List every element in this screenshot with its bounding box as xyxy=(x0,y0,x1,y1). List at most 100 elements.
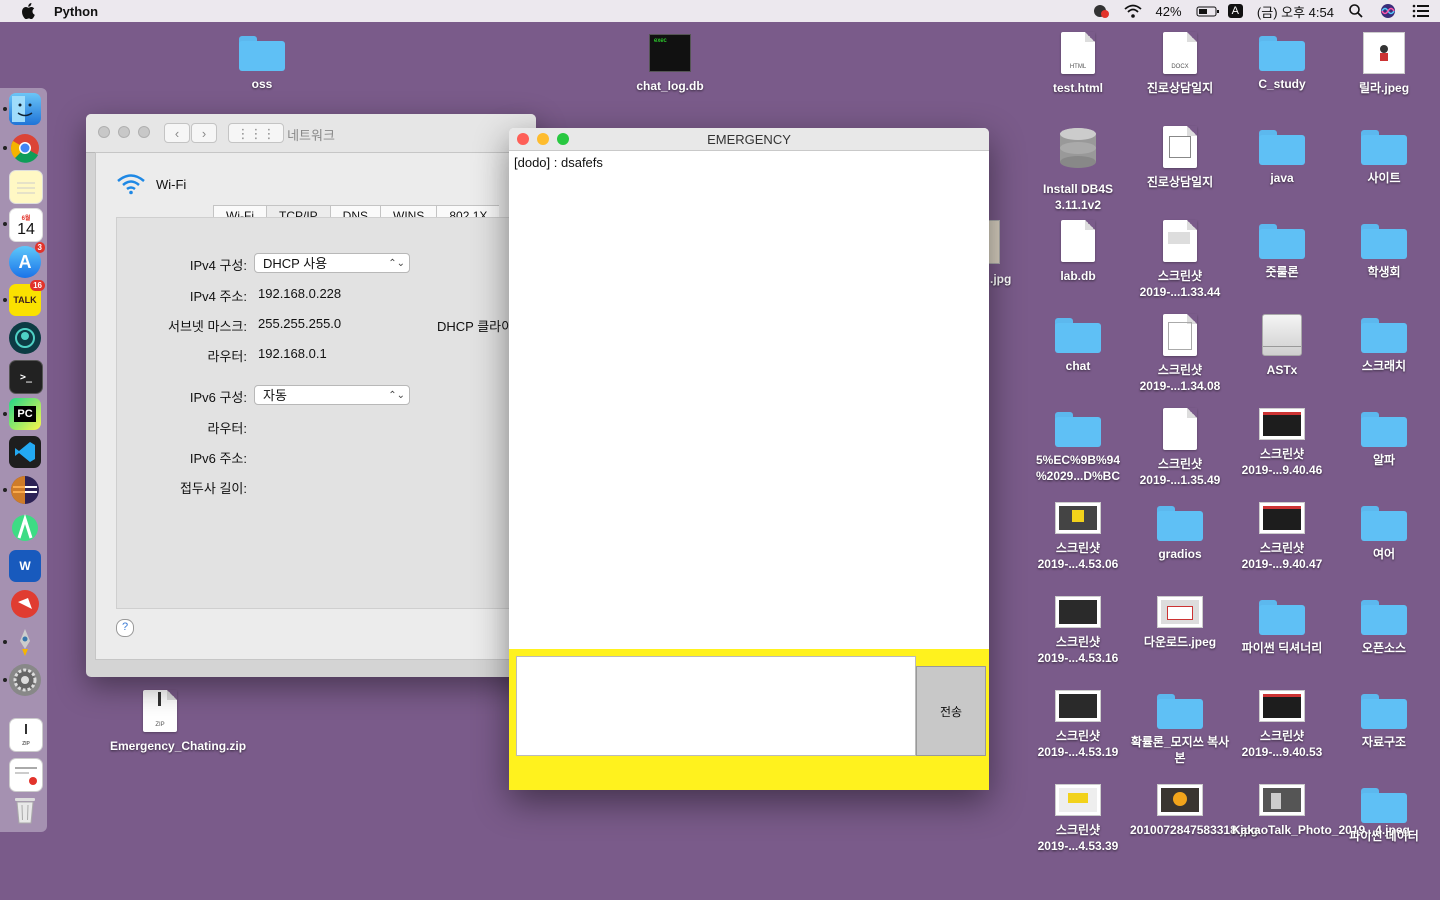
desktop-folder-python-dict[interactable]: 파이썬 딕셔너리 xyxy=(1232,596,1332,656)
running-indicator xyxy=(3,488,7,492)
desktop-folder-yeoeo[interactable]: 여어 xyxy=(1334,502,1434,562)
apple-logo-icon[interactable] xyxy=(22,3,36,19)
menubar-clock[interactable]: (금) 오후 4:54 xyxy=(1257,2,1334,21)
desktop-file-chat-log-db[interactable]: exec chat_log.db xyxy=(620,34,720,94)
desktop-file-download-jpeg[interactable]: 다운로드.jpeg xyxy=(1130,596,1230,650)
running-indicator xyxy=(3,640,7,644)
desktop-icon-label: 오픈소스 xyxy=(1361,641,1407,655)
desktop-icon-label: 스크린샷 2019-...4.53.39 xyxy=(1037,823,1119,853)
image-thumbnail-icon xyxy=(1363,32,1405,74)
desktop-file-screenshot-5[interactable]: 스크린샷 2019-...4.53.06 xyxy=(1028,502,1128,572)
desktop-file-screenshot-4[interactable]: 스크린샷 2019-...9.40.46 xyxy=(1232,408,1332,478)
desktop-folder-probability-copy[interactable]: 확률론_모지쓰 복사본 xyxy=(1130,690,1230,766)
desktop-folder-data-structures[interactable]: 자료구조 xyxy=(1334,690,1434,750)
vscode-icon[interactable] xyxy=(9,436,41,468)
desktop-file-screenshot-9[interactable]: 스크린샷 2019-...9.40.53 xyxy=(1232,690,1332,760)
red-app-icon[interactable] xyxy=(9,588,41,620)
desktop-folder-scratch[interactable]: 스크래치 xyxy=(1334,314,1434,374)
prefix-length-label: 접두사 길이: xyxy=(179,481,247,496)
dock: 6월 14 A 3 TALK 16 >_ PC W ZIP xyxy=(0,88,47,832)
desktop-file-screenshot-10[interactable]: 스크린샷 2019-...4.53.39 xyxy=(1028,784,1128,854)
desktop-folder-gradios[interactable]: gradios xyxy=(1130,502,1230,562)
desktop-folder-open-source[interactable]: 오픈소스 xyxy=(1334,596,1434,656)
folder-icon xyxy=(1055,412,1101,447)
desktop-folder-alpha[interactable]: 알파 xyxy=(1334,408,1434,468)
trash-icon[interactable] xyxy=(9,794,41,826)
desktop-folder-oss[interactable]: oss xyxy=(212,32,312,92)
window-title: EMERGENCY xyxy=(707,132,791,147)
desktop-file-install-db4s[interactable]: Install DB4S 3.11.1v2 xyxy=(1028,126,1128,213)
terminal-icon[interactable]: >_ xyxy=(9,360,43,394)
desktop-file-test-html[interactable]: HTML test.html xyxy=(1028,32,1128,96)
blank-file-icon xyxy=(1061,220,1095,262)
desktop-icon-label: Install DB4S 3.11.1v2 xyxy=(1042,182,1114,212)
desktop-file-screenshot-6[interactable]: 스크린샷 2019-...9.40.47 xyxy=(1232,502,1332,572)
folder-icon xyxy=(1361,694,1407,729)
message-input[interactable] xyxy=(516,656,916,756)
folder-icon xyxy=(1361,412,1407,447)
python-launcher-icon[interactable] xyxy=(9,626,41,658)
desktop-file-lab-db[interactable]: lab.db xyxy=(1028,220,1128,284)
notification-center-icon[interactable] xyxy=(1412,3,1430,19)
battery-percent: 42% xyxy=(1155,3,1182,19)
ipv4-config-select[interactable]: DHCP 사용 ⌃⌄ xyxy=(254,253,410,273)
desktop-icon-label: 여어 xyxy=(1372,547,1396,561)
calendar-icon[interactable]: 6월 14 xyxy=(9,208,43,242)
folder-icon xyxy=(1361,600,1407,635)
desktop-volume-astx[interactable]: ASTx xyxy=(1232,314,1332,378)
ipv6-router-label: 라우터: xyxy=(207,421,248,436)
desktop-icon-label: 진로상담일지 xyxy=(1146,81,1214,95)
input-source-indicator[interactable]: A xyxy=(1227,4,1243,18)
kakaotalk-icon[interactable]: TALK 16 xyxy=(9,280,45,316)
zip-document-icon[interactable]: ZIP xyxy=(9,718,43,752)
desktop-file-screenshot-3[interactable]: 스크린샷 2019-...1.35.49 xyxy=(1130,408,1230,488)
system-preferences-icon[interactable] xyxy=(9,664,41,696)
spotlight-search-icon[interactable] xyxy=(1348,3,1366,19)
desktop-folder-site[interactable]: 사이트 xyxy=(1334,126,1434,186)
desktop-file-screenshot-1[interactable]: 스크린샷 2019-...1.33.44 xyxy=(1130,220,1230,300)
desktop-icon-label: KakaoTalk_Photo_2019...4.jpeg xyxy=(1232,823,1410,837)
desktop-file-screenshot-8[interactable]: 스크린샷 2019-...4.53.19 xyxy=(1028,690,1128,760)
window-titlebar[interactable]: ‹ › ⋮⋮⋮ 네트워크 xyxy=(86,114,536,153)
updown-chevron-icon: ⌃⌄ xyxy=(388,390,405,401)
desktop-folder-java[interactable]: java xyxy=(1232,126,1332,186)
finder-icon[interactable] xyxy=(9,93,41,125)
desktop-icon-label: 다운로드.jpeg xyxy=(1143,635,1217,649)
word-icon[interactable]: W xyxy=(9,550,41,582)
recent-document-icon[interactable] xyxy=(9,758,43,792)
desktop-file-kakaotalk-photo[interactable]: KakaoTalk_Photo_2019...4.jpeg xyxy=(1232,784,1410,838)
ipv6-config-select[interactable]: 자동 ⌃⌄ xyxy=(254,385,410,405)
desktop-folder-encoded[interactable]: 5%EC%9B%94 %2029...D%BC xyxy=(1028,408,1128,484)
chat-log[interactable]: [dodo] : dsafefs xyxy=(509,151,989,650)
battery-icon[interactable] xyxy=(1196,3,1219,19)
wifi-icon[interactable] xyxy=(1123,3,1142,19)
eclipse-icon[interactable] xyxy=(9,474,41,506)
desktop-file-screenshot-2[interactable]: 스크린샷 2019-...1.34.08 xyxy=(1130,314,1230,394)
desktop-file-career-log[interactable]: 진로상담일지 xyxy=(1130,126,1230,190)
ipv4-address-value: 192.168.0.228 xyxy=(258,286,342,301)
desktop-file-lila-jpeg[interactable]: 릴라.jpeg xyxy=(1334,32,1434,96)
updown-chevron-icon: ⌃⌄ xyxy=(388,258,405,269)
chrome-icon[interactable] xyxy=(9,132,41,164)
window-titlebar[interactable]: EMERGENCY xyxy=(509,128,989,151)
desktop-folder-junrulron[interactable]: 줏룰론 xyxy=(1232,220,1332,280)
help-button[interactable]: ? xyxy=(116,619,134,637)
android-studio-icon[interactable] xyxy=(9,512,41,544)
desktop-file-emergency-zip[interactable]: ZIP Emergency_Chating.zip xyxy=(110,690,246,754)
app-name-menu[interactable]: Python xyxy=(54,4,98,19)
gitkraken-icon[interactable] xyxy=(9,322,41,354)
notes-icon[interactable] xyxy=(9,170,43,204)
desktop-folder-c-study[interactable]: C_study xyxy=(1232,32,1332,92)
app-store-icon[interactable]: A 3 xyxy=(9,242,45,278)
desktop-file-screenshot-7[interactable]: 스크린샷 2019-...4.53.16 xyxy=(1028,596,1128,666)
creative-cloud-icon[interactable] xyxy=(1092,3,1110,19)
siri-icon[interactable] xyxy=(1380,3,1398,19)
desktop-folder-python-data[interactable]: 파이썬 데이터 xyxy=(1334,784,1434,844)
desktop-folder-student-council[interactable]: 학생회 xyxy=(1334,220,1434,280)
desktop-file-2010-jpg[interactable]: 2010072847583318.jpg xyxy=(1130,784,1258,838)
desktop-file-career-log-docx[interactable]: DOCX 진로상담일지 xyxy=(1130,32,1230,96)
send-button[interactable]: 전송 xyxy=(916,666,986,756)
pycharm-icon[interactable]: PC xyxy=(9,398,41,430)
desktop-folder-chat[interactable]: chat xyxy=(1028,314,1128,374)
screenshot-thumbnail-icon xyxy=(1259,690,1305,722)
